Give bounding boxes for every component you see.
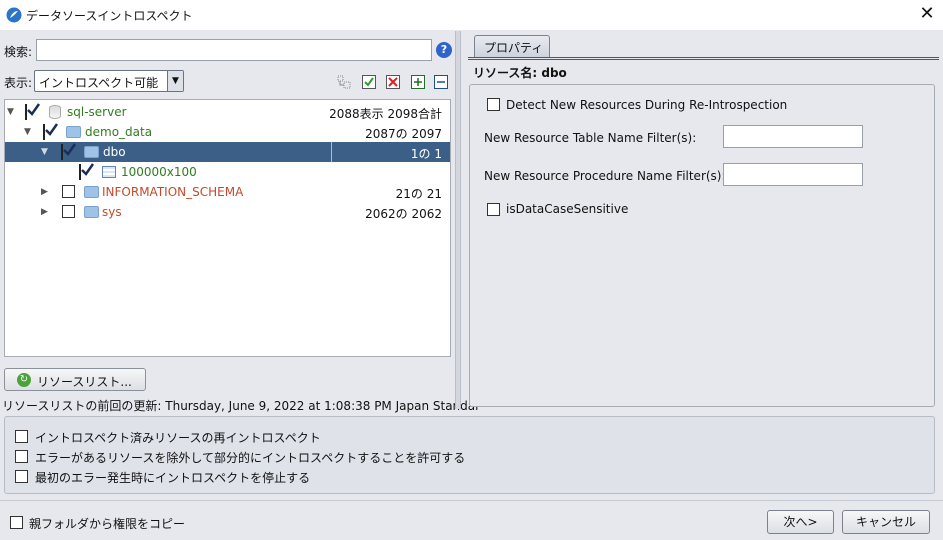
tree-item-count: 2087の 2097 bbox=[365, 127, 442, 141]
tree-item-label: dbo bbox=[103, 145, 126, 159]
resource-name: リソース名: dbo bbox=[473, 66, 567, 80]
properties-panel: Detect New Resources During Re-Introspec… bbox=[469, 84, 935, 407]
window-title: データソースイントロスペクト bbox=[26, 9, 193, 23]
option-label: エラーがあるリソースを除外して部分的にイントロスペクトすることを許可する bbox=[35, 451, 466, 465]
tree-item-count: 1の 1 bbox=[410, 147, 442, 161]
database-icon bbox=[49, 105, 61, 119]
chevron-down-icon[interactable]: ▼ bbox=[167, 71, 183, 91]
tree-row-table[interactable]: 100000x100 bbox=[5, 162, 450, 182]
tree-item-count: 2088表示 2098合計 bbox=[329, 107, 442, 121]
cancel-button[interactable]: キャンセル bbox=[842, 510, 930, 534]
option-checkbox[interactable] bbox=[15, 430, 28, 443]
uncheck-all-icon[interactable] bbox=[386, 75, 400, 89]
tree-item-label: sys bbox=[102, 205, 122, 219]
expand-arrow-icon[interactable]: ▶ bbox=[41, 187, 48, 197]
option-checkbox[interactable] bbox=[15, 450, 28, 463]
help-icon[interactable]: ? bbox=[436, 42, 452, 58]
procedure-filter-input[interactable] bbox=[723, 163, 863, 186]
divider bbox=[468, 57, 939, 58]
tree-row-dbo[interactable]: ▼ dbo 1の 1 bbox=[5, 142, 450, 162]
tree-checkbox[interactable] bbox=[61, 143, 77, 160]
detect-new-checkbox[interactable] bbox=[487, 98, 500, 111]
copy-permissions-label: 親フォルダから権限をコピー bbox=[29, 517, 186, 531]
divider bbox=[468, 59, 939, 60]
tree-checkbox[interactable] bbox=[25, 103, 41, 120]
tree-item-label: INFORMATION_SCHEMA bbox=[102, 185, 244, 199]
procedure-filter-label: New Resource Procedure Name Filter(s): bbox=[484, 169, 726, 183]
check-all-icon[interactable] bbox=[362, 75, 376, 89]
resource-list-button[interactable]: ↻ リソースリスト... bbox=[4, 368, 146, 391]
tree-checkbox[interactable] bbox=[62, 205, 75, 218]
tree-item-label: sql-server bbox=[67, 105, 127, 119]
close-icon[interactable]: ✕ bbox=[916, 3, 938, 25]
tree-row-sys[interactable]: ▶ sys 2062の 2062 bbox=[5, 202, 450, 222]
view-select-value: イントロスペクト可能 bbox=[39, 76, 159, 90]
refresh-icon: ↻ bbox=[17, 373, 31, 387]
option-label: イントロスペクト済みリソースの再イントロスペクト bbox=[35, 431, 321, 445]
tree-item-label: demo_data bbox=[85, 125, 153, 139]
search-label: 検索: bbox=[4, 45, 33, 59]
table-filter-input[interactable] bbox=[723, 125, 863, 148]
tree-row-demo-data[interactable]: ▼ demo_data 2087の 2097 bbox=[5, 122, 450, 142]
case-sensitive-label: isDataCaseSensitive bbox=[506, 202, 629, 216]
last-update-text: リソースリストの前回の更新: Thursday, June 9, 2022 at… bbox=[2, 399, 481, 413]
tree-item-count: 21の 21 bbox=[395, 187, 442, 201]
tree-checkbox[interactable] bbox=[62, 185, 75, 198]
view-label: 表示: bbox=[4, 76, 33, 90]
title-bar: データソースイントロスペクト ✕ bbox=[0, 0, 943, 30]
expand-arrow-icon[interactable]: ▶ bbox=[41, 207, 48, 217]
tree-row-sql-server[interactable]: ▼ sql-server 2088表示 2098合計 bbox=[5, 102, 450, 122]
tree-row-information-schema[interactable]: ▶ INFORMATION_SCHEMA 21の 21 bbox=[5, 182, 450, 202]
pane-splitter[interactable] bbox=[455, 31, 461, 409]
search-input[interactable] bbox=[36, 39, 432, 61]
app-logo-icon bbox=[6, 7, 22, 23]
tree-item-label: 100000x100 bbox=[121, 165, 197, 179]
expand-all-icon[interactable] bbox=[411, 75, 425, 89]
case-sensitive-checkbox[interactable] bbox=[487, 203, 500, 216]
folder-icon bbox=[84, 146, 99, 158]
tree-item-count: 2062の 2062 bbox=[365, 207, 442, 221]
option-checkbox[interactable] bbox=[15, 470, 28, 483]
option-label: 最初のエラー発生時にイントロスペクトを停止する bbox=[35, 471, 311, 485]
copy-permissions-checkbox[interactable] bbox=[10, 516, 23, 529]
folder-icon bbox=[66, 126, 81, 138]
collapse-arrow-icon[interactable]: ▼ bbox=[24, 127, 31, 137]
introspection-options: イントロスペクト済みリソースの再イントロスペクト エラーがあるリソースを除外して… bbox=[4, 416, 935, 494]
resource-tree[interactable]: ▼ sql-server 2088表示 2098合計 ▼ demo_data 2… bbox=[4, 99, 451, 357]
detect-new-label: Detect New Resources During Re-Introspec… bbox=[506, 98, 788, 112]
tree-expand-icon[interactable] bbox=[337, 75, 351, 89]
tree-checkbox[interactable] bbox=[43, 123, 59, 140]
resource-list-button-label: リソースリスト... bbox=[37, 375, 132, 389]
folder-icon bbox=[84, 186, 99, 198]
collapse-all-icon[interactable] bbox=[434, 75, 448, 89]
collapse-arrow-icon[interactable]: ▼ bbox=[7, 107, 14, 117]
divider bbox=[0, 500, 943, 501]
tab-properties[interactable]: プロパティ bbox=[474, 35, 550, 57]
copy-permissions-option[interactable]: 親フォルダから権限をコピー bbox=[10, 514, 210, 532]
tree-checkbox[interactable] bbox=[79, 163, 95, 180]
tab-properties-label: プロパティ bbox=[484, 41, 544, 55]
folder-icon bbox=[84, 206, 99, 218]
next-button[interactable]: 次へ> bbox=[767, 510, 834, 534]
collapse-arrow-icon[interactable]: ▼ bbox=[41, 147, 48, 157]
table-filter-label: New Resource Table Name Filter(s): bbox=[484, 131, 697, 145]
table-icon bbox=[102, 166, 116, 178]
view-select[interactable]: イントロスペクト可能 ▼ bbox=[34, 70, 184, 92]
